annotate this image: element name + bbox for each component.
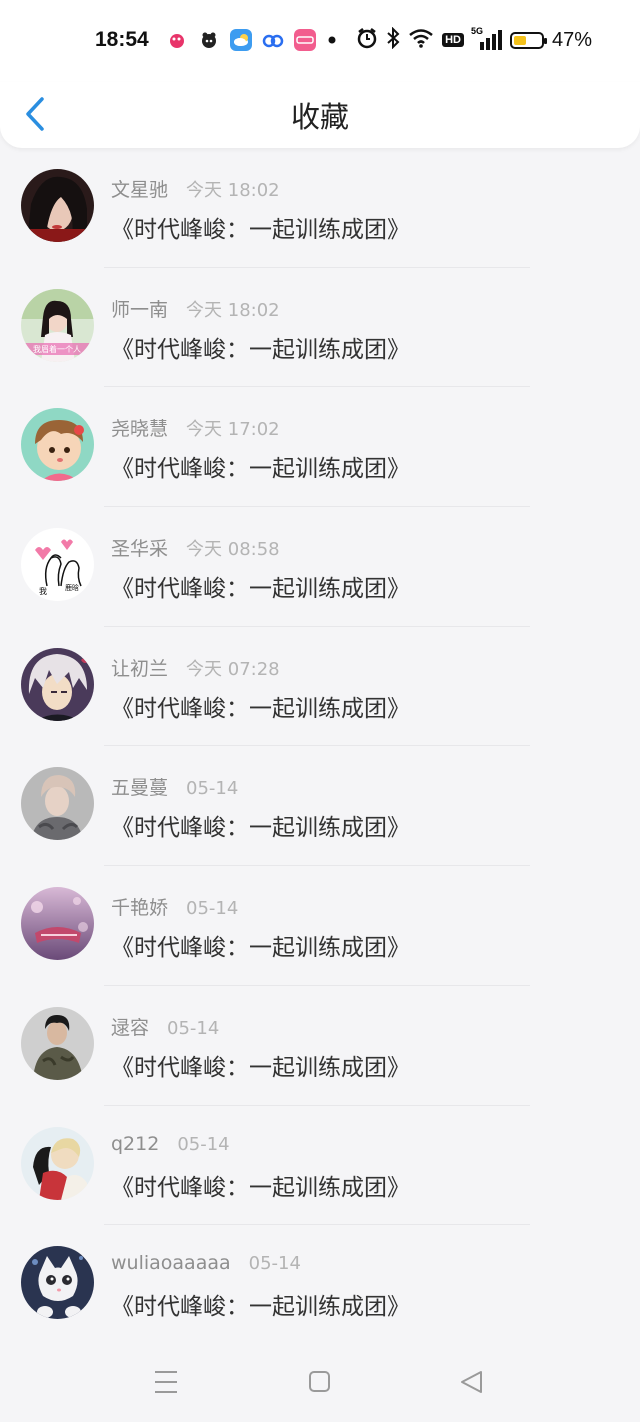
status-app-icons [166, 29, 338, 51]
list-item[interactable]: 让初兰 今天 07:28 《时代峰峻：一起训练成团》 [0, 627, 640, 747]
avatar[interactable] [21, 169, 94, 242]
list-item[interactable]: 千艳娇 05-14 《时代峰峻：一起训练成团》 [0, 866, 640, 986]
item-meta: 师一南 今天 18:02 [111, 295, 280, 322]
favorite-title: 《时代峰峻：一起训练成团》 [111, 695, 410, 722]
system-navigation-bar [0, 1344, 640, 1422]
avatar[interactable]: 我眉着一个人 [21, 288, 94, 362]
battery-percent: 47% [551, 28, 592, 51]
timestamp: 今天 07:28 [186, 658, 280, 680]
item-meta: 让初兰 今天 07:28 [111, 654, 280, 681]
weather-app-icon [230, 29, 252, 51]
favorite-title: 《时代峰峻：一起训练成团》 [111, 1054, 410, 1081]
user-name: wuliaoaaaaa [111, 1252, 231, 1275]
timestamp: 今天 17:02 [186, 419, 280, 441]
timestamp: 05-14 [186, 778, 239, 800]
hd-icon: HD [442, 33, 464, 47]
avatar[interactable] [21, 1006, 94, 1080]
home-button[interactable] [308, 1369, 332, 1399]
user-name: 让初兰 [111, 657, 169, 680]
avatar[interactable] [21, 1246, 94, 1320]
status-system-icons: HD 5G 47% [356, 26, 592, 53]
avatar-caption: 我眉着一个人 [33, 344, 81, 354]
favorite-title: 《时代峰峻：一起训练成团》 [111, 1294, 410, 1321]
list-item[interactable]: 文星驰 今天 18:02 《时代峰峻：一起训练成团》 [0, 148, 640, 268]
menu-button[interactable] [154, 1369, 178, 1399]
list-item[interactable]: wuliaoaaaaa 05-14 《时代峰峻：一起训练成团》 [0, 1225, 640, 1345]
back-nav-button[interactable] [459, 1369, 485, 1399]
avatar[interactable]: 我 鹿晗 [21, 528, 94, 602]
status-time: 18:54 [95, 28, 149, 51]
avatar[interactable] [21, 408, 94, 482]
network-type: 5G [470, 26, 483, 36]
list-item[interactable]: 我 鹿晗 圣华采 今天 08:58 《时代峰峻：一起训练成团》 [0, 507, 640, 627]
item-meta: 逯容 05-14 [111, 1013, 219, 1040]
item-meta: 文星驰 今天 18:02 [111, 175, 280, 202]
user-name: 千艳娇 [111, 897, 169, 920]
bluetooth-icon [386, 26, 400, 53]
item-meta: q212 05-14 [111, 1133, 230, 1155]
favorite-title: 《时代峰峻：一起训练成团》 [111, 336, 410, 363]
back-triangle-icon [461, 1371, 482, 1393]
app-icon-1 [166, 29, 188, 51]
favorite-title: 《时代峰峻：一起训练成团》 [111, 217, 410, 243]
cloud-app-icon [262, 29, 284, 51]
list-item[interactable]: 逯容 05-14 《时代峰峻：一起训练成团》 [0, 986, 640, 1106]
item-meta: 圣华采 今天 08:58 [111, 534, 280, 561]
user-name: 逯容 [111, 1016, 150, 1039]
favorite-title: 《时代峰峻：一起训练成团》 [111, 815, 410, 842]
timestamp: 05-14 [248, 1253, 301, 1275]
user-name: 五曼蔓 [111, 777, 169, 800]
list-item[interactable]: q212 05-14 《时代峰峻：一起训练成团》 [0, 1106, 640, 1226]
avatar-caption-right: 鹿晗 [65, 583, 79, 592]
status-bar: 18:54 HD 5G 47% [0, 0, 640, 82]
timestamp: 05-14 [177, 1133, 230, 1155]
item-meta: 五曼蔓 05-14 [111, 773, 238, 800]
timestamp: 今天 08:58 [186, 539, 280, 561]
user-name: 文星驰 [111, 179, 169, 201]
avatar[interactable] [21, 767, 94, 841]
item-meta: 尧晓慧 今天 17:02 [111, 414, 280, 441]
favorite-title: 《时代峰峻：一起训练成团》 [111, 935, 410, 962]
home-icon [309, 1371, 330, 1392]
list-item[interactable]: 尧晓慧 今天 17:02 《时代峰峻：一起训练成团》 [0, 387, 640, 508]
timestamp: 今天 18:02 [186, 180, 280, 201]
avatar[interactable] [21, 887, 94, 961]
timestamp: 05-14 [186, 898, 239, 920]
battery-icon [509, 31, 547, 49]
item-meta: 千艳娇 05-14 [111, 893, 238, 920]
header: 收藏 [0, 82, 640, 148]
user-name: q212 [111, 1132, 160, 1155]
favorite-title: 《时代峰峻：一起训练成团》 [111, 1174, 410, 1201]
dot-icon [326, 29, 338, 51]
app-icon-2 [198, 29, 220, 51]
signal-5g-icon: 5G [471, 26, 502, 50]
list-item[interactable]: 我眉着一个人 师一南 今天 18:02 《时代峰峻：一起训练成团》 [0, 268, 640, 388]
list-item[interactable]: 五曼蔓 05-14 《时代峰峻：一起训练成团》 [0, 746, 640, 867]
wifi-icon [408, 28, 434, 52]
avatar[interactable] [21, 647, 94, 721]
user-name: 师一南 [111, 298, 169, 321]
alarm-icon [356, 27, 378, 53]
timestamp: 今天 18:02 [186, 299, 280, 321]
avatar-caption-left: 我 [39, 586, 47, 596]
item-meta: wuliaoaaaaa 05-14 [111, 1252, 301, 1274]
favorite-title: 《时代峰峻：一起训练成团》 [111, 576, 410, 603]
user-name: 圣华采 [111, 538, 169, 561]
menu-icon [155, 1371, 177, 1393]
favorites-list: 文星驰 今天 18:02 《时代峰峻：一起训练成团》 我眉着一个人 师一南 今天… [0, 148, 640, 1345]
page-title: 收藏 [290, 100, 349, 134]
avatar[interactable] [21, 1126, 94, 1200]
user-name: 尧晓慧 [111, 418, 169, 441]
favorite-title: 《时代峰峻：一起训练成团》 [111, 456, 410, 483]
lolly-app-icon [294, 29, 316, 51]
timestamp: 05-14 [167, 1017, 220, 1039]
